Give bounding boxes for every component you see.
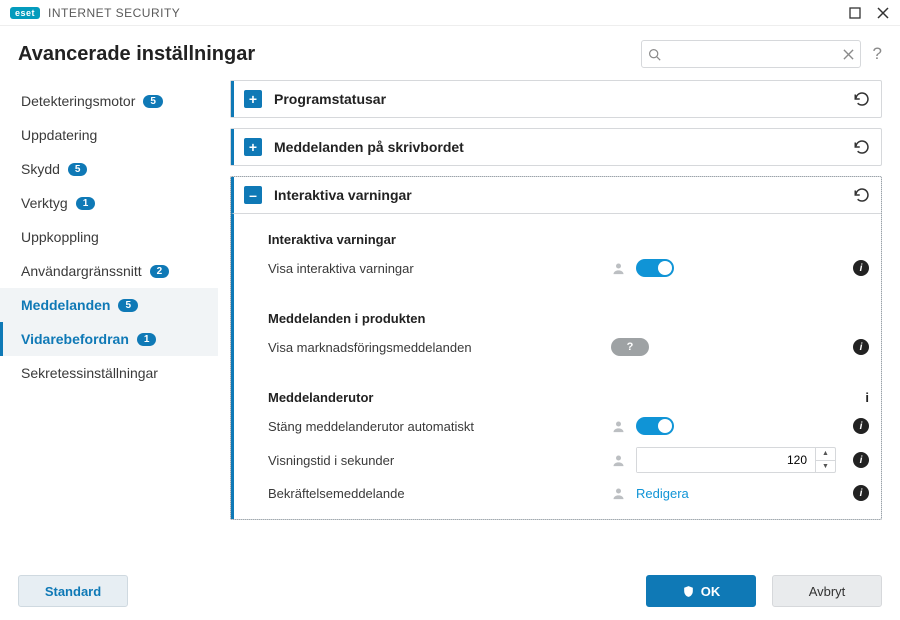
page-title: Avancerade inställningar <box>18 43 255 66</box>
sidebar-item-verktyg[interactable]: Verktyg 1 <box>0 186 218 220</box>
sidebar-item-label: Verktyg <box>21 195 68 211</box>
brand-product: INTERNET SECURITY <box>48 6 180 20</box>
group-programstatusar: + Programstatusar <box>230 80 882 118</box>
sidebar-item-anvandargranssnitt[interactable]: Användargränssnitt 2 <box>0 254 218 288</box>
button-label: Avbryt <box>809 584 846 599</box>
group-body: Interaktiva varningar Visa interaktiva v… <box>231 214 881 519</box>
header: Avancerade inställningar ? <box>0 26 900 80</box>
sidebar-item-label: Detekteringsmotor <box>21 93 135 109</box>
user-scope-icon <box>611 486 626 501</box>
toggle-marknadsforing-unknown: ? <box>611 338 649 356</box>
section-heading: Interaktiva varningar <box>234 222 881 253</box>
footer: Standard OK Avbryt <box>0 562 900 620</box>
default-button[interactable]: Standard <box>18 575 128 607</box>
info-icon[interactable]: i <box>853 452 869 468</box>
sidebar-badge: 2 <box>150 265 170 278</box>
info-icon[interactable]: i <box>853 260 869 276</box>
search-icon <box>648 48 661 61</box>
sidebar-item-label: Sekretessinställningar <box>21 365 158 381</box>
section-heading-text: Meddelanderutor <box>268 390 841 405</box>
setting-label: Bekräftelsemeddelande <box>268 486 611 501</box>
info-icon[interactable]: i <box>865 390 869 405</box>
group-title: Programstatusar <box>274 91 841 107</box>
toggle-visa-interaktiva[interactable] <box>636 259 674 277</box>
revert-icon[interactable] <box>853 138 871 156</box>
section-heading-meddelanderutor: Meddelanderutor i <box>234 380 881 411</box>
brand-logo: eset <box>10 7 40 19</box>
search-field[interactable] <box>641 40 861 68</box>
setting-label: Stäng meddelanderutor automatiskt <box>268 419 611 434</box>
visningstid-input[interactable]: ▲ ▼ <box>636 447 836 473</box>
sidebar-item-skydd[interactable]: Skydd 5 <box>0 152 218 186</box>
sidebar-item-meddelanden[interactable]: Meddelanden 5 <box>0 288 218 322</box>
spinner-down[interactable]: ▼ <box>816 461 835 473</box>
sidebar-item-detekteringsmotor[interactable]: Detekteringsmotor 5 <box>0 84 218 118</box>
brand: eset INTERNET SECURITY <box>10 6 180 20</box>
group-title: Interaktiva varningar <box>274 187 841 203</box>
sidebar-item-vidarebefordran[interactable]: Vidarebefordran 1 <box>0 322 218 356</box>
info-icon[interactable]: i <box>853 485 869 501</box>
shield-icon <box>682 585 695 598</box>
spinner-up[interactable]: ▲ <box>816 448 835 461</box>
sidebar-item-uppdatering[interactable]: Uppdatering <box>0 118 218 152</box>
search-input[interactable] <box>667 47 837 61</box>
user-scope-icon <box>611 453 626 468</box>
section-heading: Meddelanden i produkten <box>234 301 881 332</box>
group-interaktiva-varningar: – Interaktiva varningar Interaktiva varn… <box>230 176 882 520</box>
visningstid-value[interactable] <box>637 448 815 472</box>
toggle-stang-auto[interactable] <box>636 417 674 435</box>
close-button[interactable] <box>874 4 892 22</box>
sidebar-badge: 5 <box>143 95 163 108</box>
revert-icon[interactable] <box>853 90 871 108</box>
setting-label: Visa interaktiva varningar <box>268 261 611 276</box>
group-header[interactable]: + Meddelanden på skrivbordet <box>231 129 881 165</box>
expand-icon: + <box>244 138 262 156</box>
revert-icon[interactable] <box>853 186 871 204</box>
user-scope-icon <box>611 261 626 276</box>
sidebar-item-uppkoppling[interactable]: Uppkoppling <box>0 220 218 254</box>
collapse-icon: – <box>244 186 262 204</box>
group-header[interactable]: – Interaktiva varningar <box>231 177 881 214</box>
button-label: Standard <box>45 584 101 599</box>
group-meddelanden-skrivbordet: + Meddelanden på skrivbordet <box>230 128 882 166</box>
sidebar-badge: 5 <box>68 163 88 176</box>
sidebar-badge: 5 <box>118 299 138 312</box>
sidebar-badge: 1 <box>137 333 157 346</box>
group-header[interactable]: + Programstatusar <box>231 81 881 117</box>
sidebar-badge: 1 <box>76 197 96 210</box>
maximize-button[interactable] <box>846 4 864 22</box>
sidebar-item-label: Användargränssnitt <box>21 263 142 279</box>
spinner: ▲ ▼ <box>815 448 835 472</box>
sidebar-item-label: Uppdatering <box>21 127 97 143</box>
sidebar-item-label: Skydd <box>21 161 60 177</box>
setting-label: Visa marknadsföringsmeddelanden <box>268 340 611 355</box>
setting-row-stang-auto: Stäng meddelanderutor automatiskt i <box>234 411 881 441</box>
user-scope-icon <box>611 419 626 434</box>
setting-row-visa-interaktiva: Visa interaktiva varningar i <box>234 253 881 283</box>
expand-icon: + <box>244 90 262 108</box>
help-icon[interactable]: ? <box>873 44 882 64</box>
sidebar-item-label: Vidarebefordran <box>21 331 129 347</box>
ok-button[interactable]: OK <box>646 575 756 607</box>
titlebar: eset INTERNET SECURITY <box>0 0 900 26</box>
redigera-link[interactable]: Redigera <box>636 486 689 501</box>
cancel-button[interactable]: Avbryt <box>772 575 882 607</box>
sidebar: Detekteringsmotor 5 Uppdatering Skydd 5 … <box>0 80 218 608</box>
info-icon[interactable]: i <box>853 339 869 355</box>
window-controls <box>846 4 892 22</box>
sidebar-item-label: Uppkoppling <box>21 229 99 245</box>
clear-search-icon[interactable] <box>843 49 854 60</box>
setting-row-visningstid: Visningstid i sekunder ▲ ▼ <box>234 441 881 479</box>
info-icon[interactable]: i <box>853 418 869 434</box>
sidebar-item-label: Meddelanden <box>21 297 110 313</box>
setting-label: Visningstid i sekunder <box>268 453 611 468</box>
main-panel: + Programstatusar + Meddelanden på skriv… <box>218 80 882 608</box>
setting-row-bekraftelse: Bekräftelsemeddelande Redigera i <box>234 479 881 507</box>
group-title: Meddelanden på skrivbordet <box>274 139 841 155</box>
sidebar-item-sekretess[interactable]: Sekretessinställningar <box>0 356 218 390</box>
setting-row-marknadsforing: Visa marknadsföringsmeddelanden ? i <box>234 332 881 362</box>
button-label: OK <box>701 584 721 599</box>
